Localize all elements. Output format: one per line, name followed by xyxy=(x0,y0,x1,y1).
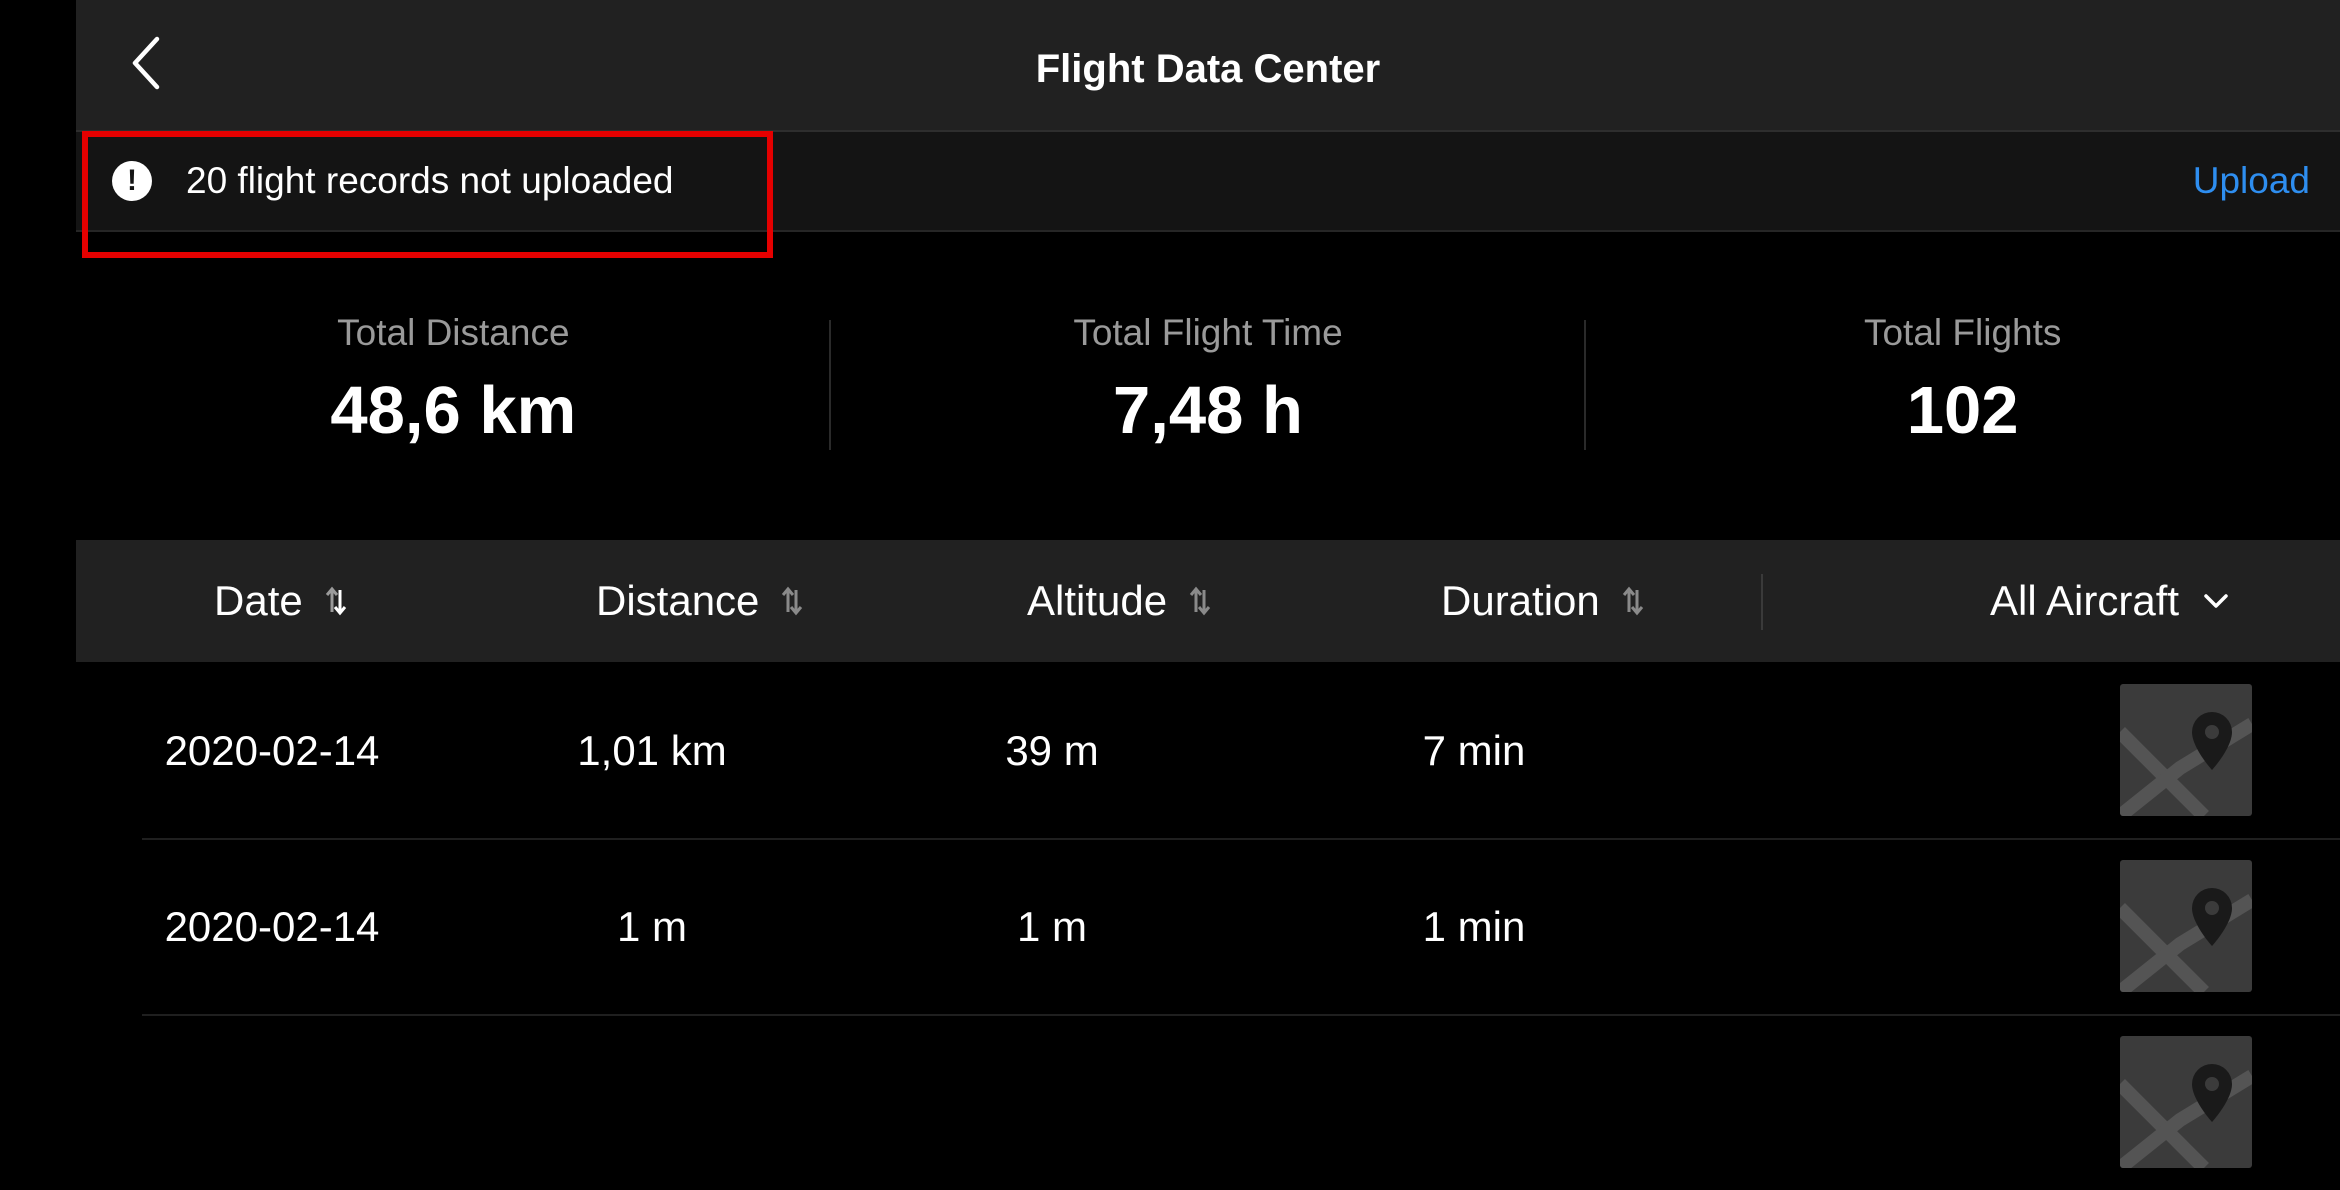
column-header-duration[interactable]: Duration xyxy=(1441,540,1644,662)
map-thumbnail[interactable] xyxy=(2120,684,2252,816)
table-header: Date Distance Altitude Duration All Airc… xyxy=(76,540,2340,662)
column-label: Distance xyxy=(596,577,760,624)
flight-data-center-app: Flight Data Center ! 20 flight records n… xyxy=(76,0,2340,1168)
cell-duration: 7 min xyxy=(1422,727,1526,774)
column-label: Duration xyxy=(1441,577,1600,624)
stat-value: 102 xyxy=(1906,373,2019,448)
sort-icon xyxy=(781,586,803,616)
filter-label: All Aircraft xyxy=(1990,577,2180,624)
cell-duration: 1 min xyxy=(1422,903,1526,950)
notice-text: 20 flight records not uploaded xyxy=(186,160,674,201)
upload-notice-bar: ! 20 flight records not uploaded xyxy=(76,132,2340,232)
back-button[interactable] xyxy=(116,30,176,100)
upload-button[interactable]: Upload xyxy=(2193,132,2310,230)
column-label: Date xyxy=(214,577,303,624)
map-thumbnail[interactable] xyxy=(2120,1036,2252,1168)
map-pin-icon xyxy=(2120,1064,2252,1168)
cell-distance: 1,01 km xyxy=(577,727,727,774)
cell-distance: 1 m xyxy=(616,903,687,950)
cell-date: 2020-02-14 xyxy=(164,727,380,774)
stat-value: 48,6 km xyxy=(330,373,577,448)
stat-divider xyxy=(829,320,831,450)
aircraft-filter-dropdown[interactable]: All Aircraft xyxy=(1990,540,2229,662)
cell-date: 2020-02-14 xyxy=(164,903,380,950)
app-header: Flight Data Center xyxy=(76,0,2340,132)
stat-label: Total Distance xyxy=(337,312,570,353)
header-divider xyxy=(1761,574,1763,630)
cell-altitude: 39 m xyxy=(1005,727,1099,774)
column-header-distance[interactable]: Distance xyxy=(596,540,803,662)
map-pin-icon xyxy=(2120,712,2252,816)
sort-icon xyxy=(1189,586,1211,616)
sort-icon xyxy=(1622,586,1644,616)
cell-altitude: 1 m xyxy=(1016,903,1087,950)
chevron-down-icon xyxy=(2203,592,2229,610)
chevron-left-icon xyxy=(129,35,163,96)
stat-divider xyxy=(1584,320,1586,450)
screen: Flight Data Center ! 20 flight records n… xyxy=(0,0,2340,1168)
flight-record-row[interactable]: 2020-02-14 1,01 km 39 m 7 min xyxy=(142,664,2340,840)
page-title: Flight Data Center xyxy=(1035,46,1381,91)
stats-summary: Total Distance 48,6 km Total Flight Time… xyxy=(76,300,2340,470)
map-pin-icon xyxy=(2120,888,2252,992)
sort-active-icon xyxy=(325,586,347,616)
stat-total-distance: Total Distance 48,6 km xyxy=(76,300,831,470)
flight-record-row[interactable]: 2020-02-14 1 m 1 m 1 min xyxy=(142,840,2340,1016)
stat-total-flight-time: Total Flight Time 7,48 h xyxy=(831,300,1586,470)
column-label: Altitude xyxy=(1027,577,1168,624)
exclamation-circle-icon: ! xyxy=(112,161,152,201)
column-header-altitude[interactable]: Altitude xyxy=(1027,540,1211,662)
map-thumbnail[interactable] xyxy=(2120,860,2252,992)
flight-record-row[interactable] xyxy=(142,1016,2340,1190)
stat-value: 7,48 h xyxy=(1113,373,1303,448)
upload-notice: ! 20 flight records not uploaded xyxy=(112,132,674,230)
stat-label: Total Flight Time xyxy=(1073,312,1343,353)
column-header-date[interactable]: Date xyxy=(214,540,347,662)
stat-label: Total Flights xyxy=(1863,312,2062,353)
stat-total-flights: Total Flights 102 xyxy=(1585,300,2340,470)
